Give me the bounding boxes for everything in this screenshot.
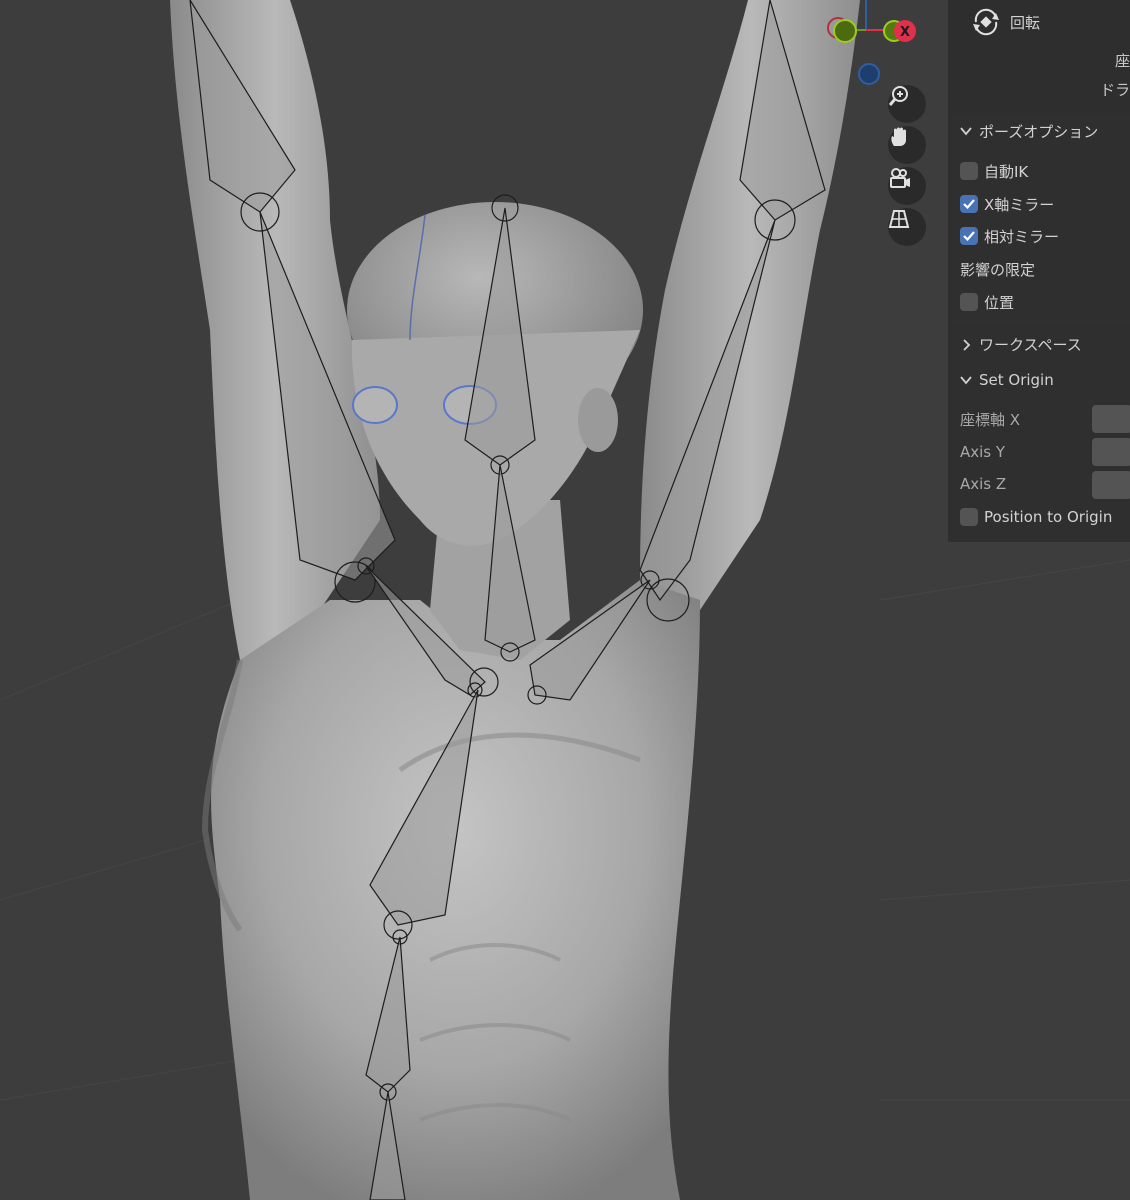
camera-view-button[interactable] bbox=[888, 167, 926, 205]
x-axis-label: X bbox=[900, 25, 910, 40]
chevron-right-icon bbox=[963, 338, 971, 351]
grid-view-icon bbox=[888, 210, 910, 228]
hand-pan-icon bbox=[891, 127, 906, 146]
axis-z-label: Axis Z bbox=[960, 475, 1007, 493]
chevron-down-icon bbox=[960, 127, 972, 136]
x-mirror-label: X軸ミラー bbox=[984, 195, 1055, 214]
pose-options-header[interactable]: ポーズオプション bbox=[948, 114, 1130, 148]
axis-y-label: Axis Y bbox=[960, 443, 1006, 461]
checkmark-icon bbox=[963, 231, 975, 242]
rotate-tool[interactable]: 回転 bbox=[970, 8, 1040, 36]
axis-z-field[interactable] bbox=[1092, 471, 1130, 499]
x-mirror-checkbox[interactable]: X軸ミラー bbox=[960, 192, 1054, 216]
checkbox-box[interactable] bbox=[960, 508, 978, 526]
workspace-section: ワークスペース bbox=[948, 328, 1130, 361]
checkmark-icon bbox=[963, 199, 975, 210]
pan-button[interactable] bbox=[888, 126, 926, 164]
truncated-label-1: 座 bbox=[1114, 52, 1130, 70]
axis-y-field[interactable] bbox=[1092, 438, 1130, 466]
auto-ik-label: 自動IK bbox=[984, 162, 1029, 181]
workspace-title: ワークスペース bbox=[979, 336, 1082, 354]
axis-x-row: 座標軸 X bbox=[960, 407, 1020, 431]
position-to-origin-checkbox[interactable]: Position to Origin bbox=[960, 505, 1112, 529]
axis-z-row: Axis Z bbox=[960, 472, 1006, 496]
location-checkbox[interactable]: 位置 bbox=[960, 290, 1014, 314]
affect-limit-heading: 影響の限定 bbox=[960, 257, 1035, 281]
set-origin-section: Set Origin 座標軸 X Axis Y Axis Z Position … bbox=[948, 363, 1130, 542]
zoom-button[interactable] bbox=[888, 85, 926, 123]
affect-limit-label: 影響の限定 bbox=[960, 260, 1036, 279]
y-axis-handle bbox=[833, 19, 857, 43]
ear-mesh bbox=[578, 388, 618, 452]
perspective-toggle-button[interactable] bbox=[888, 208, 926, 246]
position-to-origin-label: Position to Origin bbox=[984, 508, 1113, 526]
transform-section: 回転 座 ドラ bbox=[948, 0, 1130, 110]
chevron-down-icon bbox=[960, 376, 972, 385]
relative-mirror-checkbox[interactable]: 相対ミラー bbox=[960, 224, 1059, 248]
location-label: 位置 bbox=[984, 293, 1015, 312]
relative-mirror-label: 相対ミラー bbox=[984, 227, 1060, 246]
axis-y-row: Axis Y bbox=[960, 440, 1005, 464]
axis-x-label: 座標軸 X bbox=[960, 410, 1021, 429]
checkbox-box[interactable] bbox=[960, 293, 978, 311]
set-origin-header[interactable]: Set Origin bbox=[948, 363, 1130, 397]
neg-z-axis-handle bbox=[858, 63, 880, 85]
auto-ik-checkbox[interactable]: 自動IK bbox=[960, 159, 1028, 183]
rotate-label: 回転 bbox=[1010, 13, 1041, 32]
checkbox-box[interactable] bbox=[960, 162, 978, 180]
checkbox-box[interactable] bbox=[960, 227, 978, 245]
checkbox-box[interactable] bbox=[960, 195, 978, 213]
zoom-icon bbox=[888, 86, 908, 106]
workspace-header[interactable]: ワークスペース bbox=[948, 328, 1130, 361]
set-origin-title: Set Origin bbox=[979, 371, 1054, 389]
rotate-icon bbox=[973, 8, 999, 36]
pose-options-title: ポーズオプション bbox=[979, 122, 1099, 141]
pose-options-section: ポーズオプション 自動IK X軸ミラー 相対ミラー 影響の限定 位置 bbox=[948, 114, 1130, 326]
axis-x-field[interactable] bbox=[1092, 405, 1130, 433]
sidebar-panel: 回転 座 ドラ ポーズオプション 自動IK X軸ミラー 相対ミラー 影響の限定 bbox=[948, 0, 1130, 542]
truncated-label-2: ドラ bbox=[1099, 81, 1130, 99]
camera-icon bbox=[890, 168, 910, 188]
